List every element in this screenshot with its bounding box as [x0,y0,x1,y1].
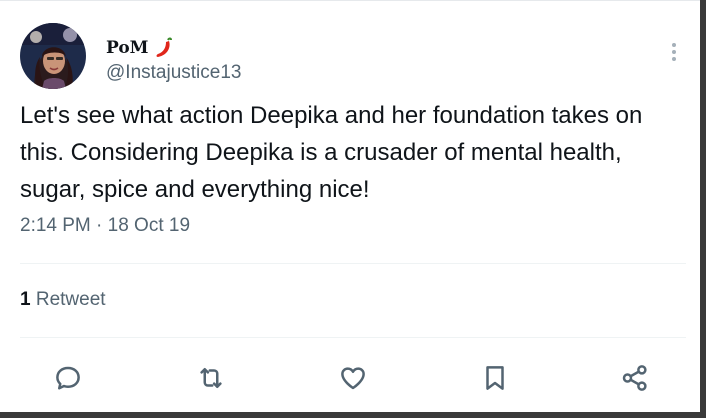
retweet-count: 1 [20,289,31,310]
tweet-timestamp[interactable]: 2:14 PM · 18 Oct 19 [20,215,190,237]
reply-button[interactable] [51,361,85,395]
bookmark-icon [486,366,504,390]
avatar[interactable] [20,23,86,89]
retweet-stats[interactable]: 1 Retweet [20,289,106,311]
avatar-image [20,23,86,89]
display-name[interactable]: PoM [106,37,174,59]
share-button[interactable] [618,361,652,395]
chili-pepper-icon [156,37,173,57]
more-options-icon[interactable] [664,39,684,65]
retweet-button[interactable] [194,361,228,395]
tweet-card: PoM @Instajustice13 Let's see what actio… [0,0,700,413]
like-button[interactable] [336,361,370,395]
like-icon [341,367,365,390]
reply-icon [56,366,80,390]
share-icon [622,365,647,391]
retweet-label: Retweet [35,289,106,310]
action-bar [0,353,700,403]
bookmark-button[interactable] [478,361,512,395]
retweet-icon [200,368,222,388]
user-handle[interactable]: @Instajustice13 [106,62,241,84]
display-name-text: PoM [106,38,149,58]
divider [20,337,686,338]
tweet-text: Let's see what action Deepika and her fo… [20,102,643,203]
window-frame-right [700,0,706,418]
divider [20,263,686,264]
window-frame-bottom [0,412,706,418]
